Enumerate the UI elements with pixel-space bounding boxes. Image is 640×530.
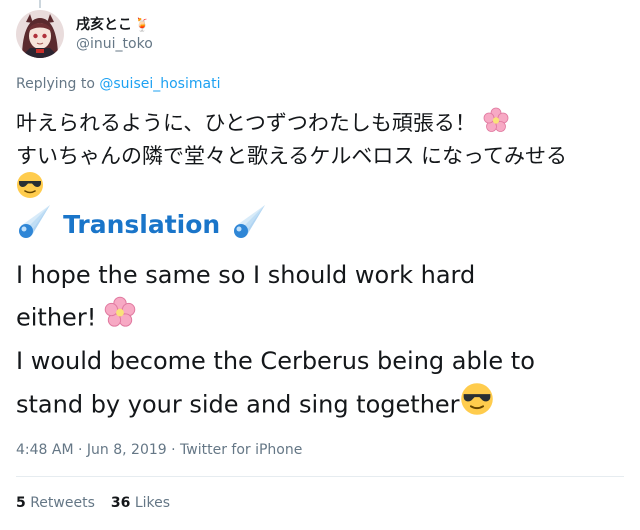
meta-separator: · bbox=[171, 442, 176, 458]
jp-line-2: すいちゃんの隣で堂々と歌えるケルベロス になってみせる bbox=[16, 144, 567, 168]
thread-line bbox=[39, 0, 41, 8]
retweets-label: Retweets bbox=[30, 495, 95, 511]
user-handle[interactable]: @inui_toko bbox=[76, 36, 153, 52]
en-line-4-wrap: stand by your side and sing together bbox=[16, 382, 616, 429]
likes-stat[interactable]: 36 Likes bbox=[111, 495, 170, 511]
tweet-text-english: I hope the same so I should work hard ei… bbox=[16, 255, 616, 429]
tweet: 戌亥とこ 🍹 @inui_toko Replying to @suisei_hos… bbox=[0, 0, 640, 530]
en-line-1: I hope the same so I should work hard bbox=[16, 261, 476, 289]
tweet-stats: 5 Retweets 36 Likes bbox=[16, 495, 170, 511]
divider bbox=[16, 476, 624, 477]
en-line-2: either! bbox=[16, 303, 97, 332]
display-name[interactable]: 戌亥とこ 🍹 bbox=[76, 14, 150, 34]
en-line-4: stand by your side and sing together bbox=[16, 390, 460, 419]
tweet-source[interactable]: Twitter for iPhone bbox=[180, 442, 302, 458]
sunglasses-face-icon bbox=[16, 171, 44, 207]
avatar[interactable] bbox=[16, 10, 64, 58]
en-line-3: I would become the Cerberus being able t… bbox=[16, 347, 535, 375]
en-line-2-wrap: either! bbox=[16, 296, 616, 341]
retweets-count: 5 bbox=[16, 495, 26, 511]
replying-to-label: Replying to bbox=[16, 76, 95, 92]
meta-separator: · bbox=[78, 442, 83, 458]
jp-line-1: 叶えられるように、ひとつずつわたしも頑張る！ bbox=[16, 111, 476, 135]
tweet-date[interactable]: Jun 8, 2019 bbox=[87, 442, 167, 458]
translation-heading: Translation bbox=[16, 203, 267, 247]
retweets-stat[interactable]: 5 Retweets bbox=[16, 495, 95, 511]
comet-icon bbox=[231, 203, 267, 245]
tweet-time[interactable]: 4:48 AM bbox=[16, 442, 74, 458]
tweet-meta: 4:48 AM · Jun 8, 2019 · Twitter for iPho… bbox=[16, 442, 302, 458]
mention-link[interactable]: @suisei_hosimati bbox=[99, 76, 220, 92]
display-name-text: 戌亥とこ bbox=[76, 17, 132, 33]
likes-count: 36 bbox=[110, 495, 131, 511]
translation-label: Translation bbox=[63, 209, 221, 239]
likes-label: Likes bbox=[134, 495, 171, 511]
cherry-blossom-icon bbox=[483, 107, 509, 141]
tropical-drink-icon: 🍹 bbox=[134, 18, 151, 33]
sunglasses-face-icon bbox=[460, 382, 494, 429]
cherry-blossom-icon bbox=[104, 296, 136, 341]
comet-icon bbox=[16, 203, 52, 245]
replying-to: Replying to @suisei_hosimati bbox=[16, 76, 220, 92]
tweet-text-japanese: 叶えられるように、ひとつずつわたしも頑張る！ すいちゃんの隣で堂々と歌えるケルベ… bbox=[16, 107, 636, 207]
